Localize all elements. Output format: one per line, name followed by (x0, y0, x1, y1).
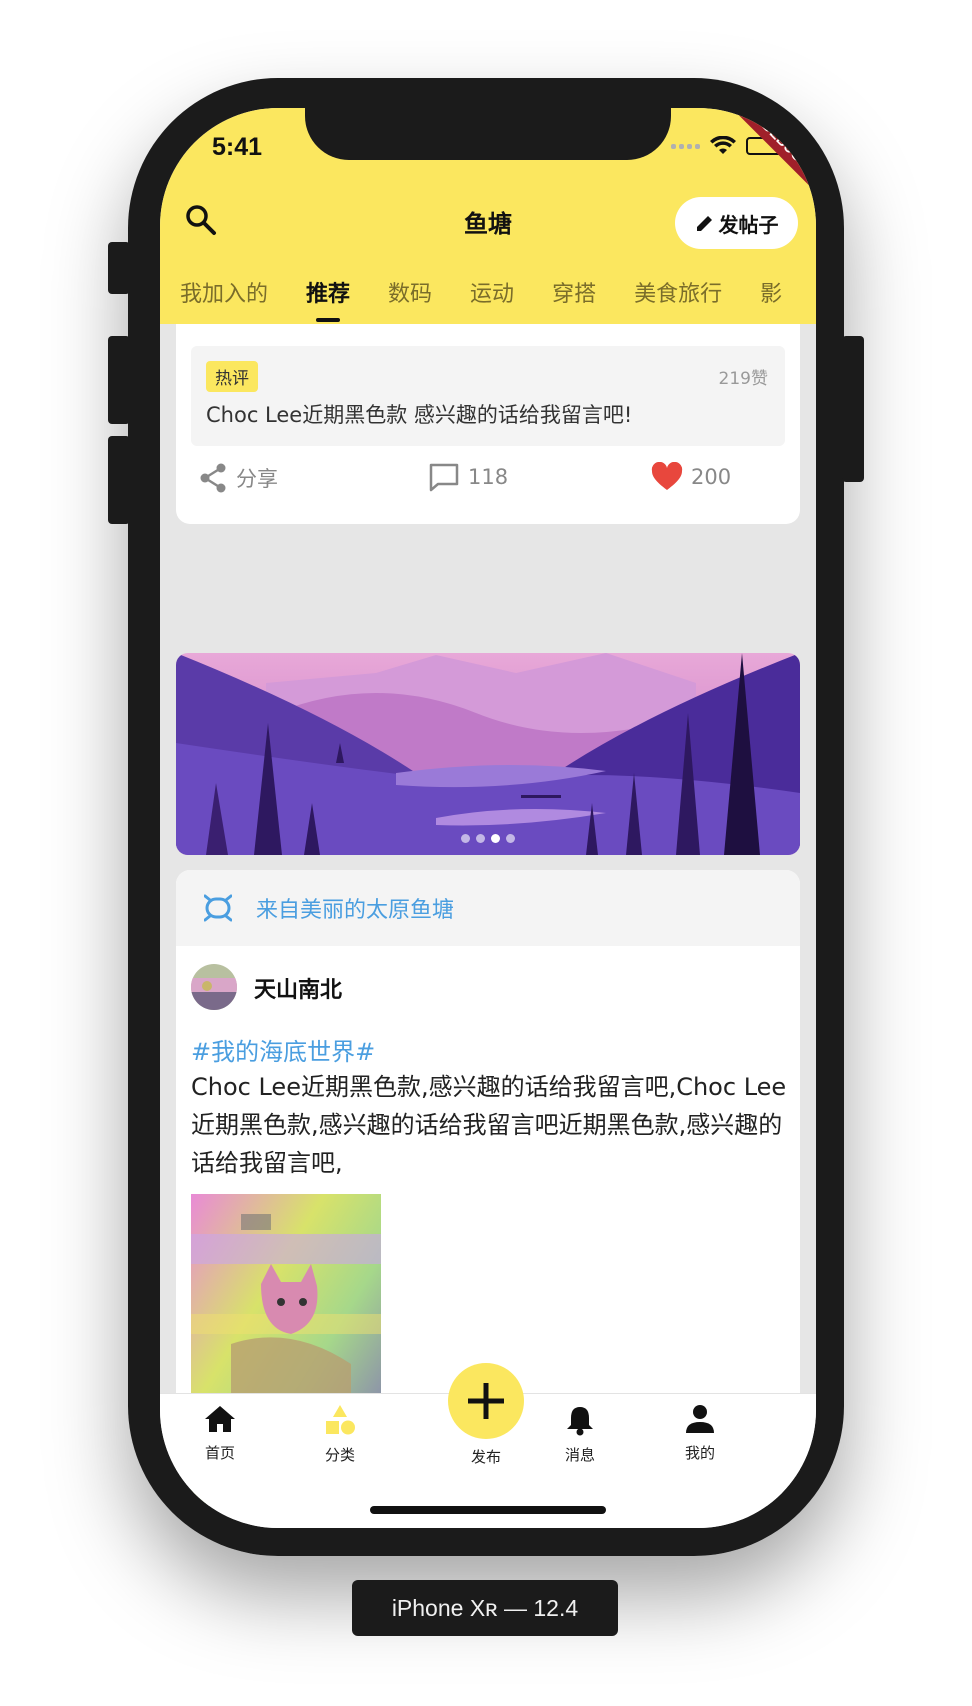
new-post-button[interactable]: 发帖子 (675, 197, 798, 249)
share-button[interactable]: 分享 (198, 462, 278, 494)
publish-button[interactable] (448, 1363, 524, 1439)
tab-home-label: 首页 (204, 1444, 235, 1462)
wifi-icon (710, 136, 736, 154)
device-label: iPhone Xʀ — 12.4 (352, 1580, 618, 1636)
tab-joined[interactable]: 我加入的 (180, 276, 268, 308)
pond-label: 来自美丽的太原鱼塘 (256, 898, 455, 923)
banner-image (176, 653, 800, 855)
tab-recommended[interactable]: 推荐 (306, 276, 350, 322)
tab-food-travel[interactable]: 美食旅行 (634, 276, 722, 308)
tab-more[interactable]: 影 (760, 276, 782, 308)
carousel-dots (176, 834, 800, 843)
post-actions: 分享 118 200 (176, 454, 800, 504)
comment-icon (429, 463, 459, 492)
hot-comment[interactable]: 热评 219赞 Choc Lee近期黑色款 感兴趣的话给我留言吧! (191, 346, 785, 446)
tab-sports[interactable]: 运动 (470, 276, 514, 308)
avatar-image (191, 964, 237, 1010)
home-indicator[interactable] (370, 1506, 606, 1514)
comment-count: 118 (468, 465, 509, 489)
tab-messages[interactable]: 消息 (530, 1404, 630, 1465)
tab-home[interactable]: 首页 (170, 1404, 270, 1463)
tab-digital[interactable]: 数码 (388, 276, 432, 308)
heart-icon (651, 462, 683, 490)
category-icon (326, 1405, 355, 1435)
banner-carousel[interactable] (176, 653, 800, 855)
comment-text: Choc Lee近期黑色款 感兴趣的话给我留言吧! (206, 403, 633, 427)
username[interactable]: 天山南北 (254, 972, 342, 1004)
comment-button[interactable]: 118 (428, 462, 508, 492)
carousel-dot[interactable] (506, 834, 515, 843)
tab-profile-label: 我的 (684, 1444, 715, 1462)
plus-icon (468, 1383, 504, 1419)
like-button[interactable]: 200 (651, 462, 731, 492)
mute-switch (108, 242, 130, 294)
post-body: Choc Lee近期黑色款,感兴趣的话给我留言吧,Choc Lee近期黑色款,感… (191, 1073, 787, 1177)
avatar[interactable] (191, 964, 237, 1010)
carousel-dot[interactable] (476, 834, 485, 843)
volume-up-button (108, 336, 130, 424)
person-icon (686, 1405, 714, 1433)
carousel-dot[interactable] (461, 834, 470, 843)
tab-category[interactable]: 分类 (290, 1404, 390, 1465)
new-post-label: 发帖子 (718, 212, 779, 237)
tab-outfits[interactable]: 穿搭 (552, 276, 596, 308)
tab-messages-label: 消息 (564, 1446, 595, 1464)
power-button (842, 336, 864, 482)
tab-profile[interactable]: 我的 (650, 1404, 750, 1463)
screen: 5:41 DEBUG 鱼塘 发帖子 我加入的 推荐 数码 运动 穿搭 美食旅行 … (160, 108, 816, 1528)
bell-icon (567, 1407, 593, 1436)
pond-icon (204, 894, 232, 922)
like-count: 200 (691, 465, 732, 489)
signal-icon (671, 143, 700, 149)
hot-comment-badge: 热评 (206, 361, 258, 392)
status-time: 5:41 (212, 133, 263, 161)
topic-tag[interactable]: #我的海底世界# (191, 1032, 375, 1067)
tab-category-label: 分类 (324, 1446, 355, 1464)
comment-likes: 219赞 (718, 369, 768, 389)
feed[interactable]: 热评 219赞 Choc Lee近期黑色款 感兴趣的话给我留言吧! 分享 118… (160, 324, 816, 1506)
home-icon (205, 1406, 235, 1432)
share-label: 分享 (236, 467, 278, 491)
category-tabs: 我加入的 推荐 数码 运动 穿搭 美食旅行 影 (180, 276, 816, 322)
notch (305, 108, 671, 160)
pond-source-bar[interactable]: 来自美丽的太原鱼塘 (176, 870, 800, 946)
pencil-icon (696, 216, 712, 231)
share-icon (200, 463, 226, 493)
carousel-dot-active[interactable] (491, 834, 500, 843)
volume-down-button (108, 436, 130, 524)
post-card[interactable]: 热评 219赞 Choc Lee近期黑色款 感兴趣的话给我留言吧! 分享 118… (176, 324, 800, 524)
publish-label: 发布 (470, 1448, 501, 1466)
